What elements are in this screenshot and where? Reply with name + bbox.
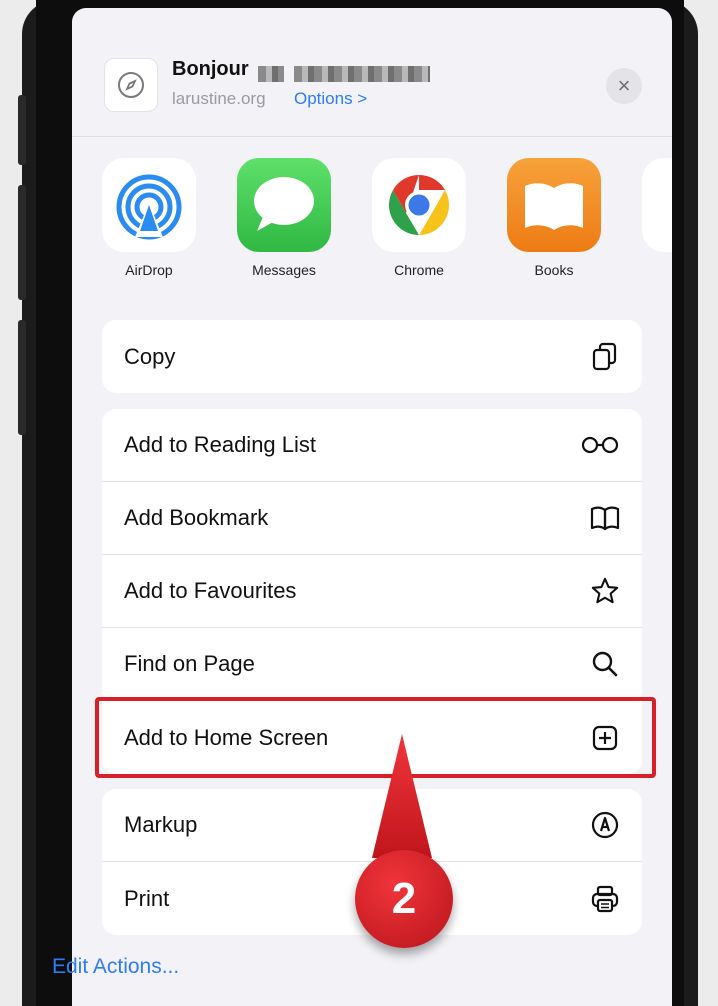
app-label: Chrome <box>394 262 444 278</box>
action-label: Add to Reading List <box>124 432 317 457</box>
edit-actions-link[interactable]: Edit Actions... <box>52 955 179 979</box>
annotation-pointer <box>372 734 432 858</box>
compass-icon <box>104 58 158 112</box>
markup-icon <box>590 810 620 840</box>
app-label: Messages <box>252 262 316 278</box>
copy-icon <box>590 342 620 372</box>
action-add-to-favourites[interactable]: Add to Favourites <box>102 555 642 628</box>
volume-up-button <box>18 185 26 300</box>
share-app-messages[interactable]: Messages <box>229 158 339 278</box>
redacted-text <box>258 66 284 82</box>
book-icon <box>590 503 620 533</box>
books-icon <box>507 158 601 252</box>
action-add-bookmark[interactable]: Add Bookmark <box>102 482 642 555</box>
share-sheet-header: Bonjour larustine.org Options > × <box>72 28 672 136</box>
share-apps-row: AirDrop Messages Chrome Books <box>72 158 672 298</box>
close-icon: × <box>617 73 631 98</box>
redacted-text <box>294 66 430 82</box>
action-label: Markup <box>124 812 198 837</box>
action-label: Copy <box>124 343 176 369</box>
action-label: Find on Page <box>124 651 255 676</box>
share-app-airdrop[interactable]: AirDrop <box>94 158 204 278</box>
action-label: Add Bookmark <box>124 505 269 530</box>
share-app-books[interactable]: Books <box>499 158 609 278</box>
printer-icon <box>590 884 620 914</box>
airdrop-icon <box>102 158 196 252</box>
app-icon <box>642 158 672 252</box>
app-label: AirDrop <box>125 262 173 278</box>
action-group-copy: Copy <box>102 320 642 393</box>
volume-down-button <box>18 320 26 435</box>
options-link[interactable]: Options > <box>294 89 367 109</box>
action-label: Add to Favourites <box>124 578 297 603</box>
action-add-to-reading-list[interactable]: Add to Reading List <box>102 409 642 482</box>
messages-icon <box>237 158 331 252</box>
share-app-chrome[interactable]: Chrome <box>364 158 474 278</box>
star-icon <box>590 576 620 606</box>
action-label: Print <box>124 885 170 911</box>
mute-switch <box>18 95 26 165</box>
close-button[interactable]: × <box>606 68 642 104</box>
action-find-on-page[interactable]: Find on Page <box>102 628 642 701</box>
glasses-icon <box>580 430 620 460</box>
app-label: Books <box>534 262 574 278</box>
chrome-icon <box>372 158 466 252</box>
header-divider <box>72 136 672 137</box>
annotation-step-badge: 2 <box>355 850 453 948</box>
site-domain: larustine.org <box>172 89 266 108</box>
action-copy[interactable]: Copy <box>102 320 642 393</box>
share-app-more[interactable] <box>642 158 672 252</box>
search-icon <box>590 649 620 679</box>
site-title: Bonjour <box>172 58 249 80</box>
